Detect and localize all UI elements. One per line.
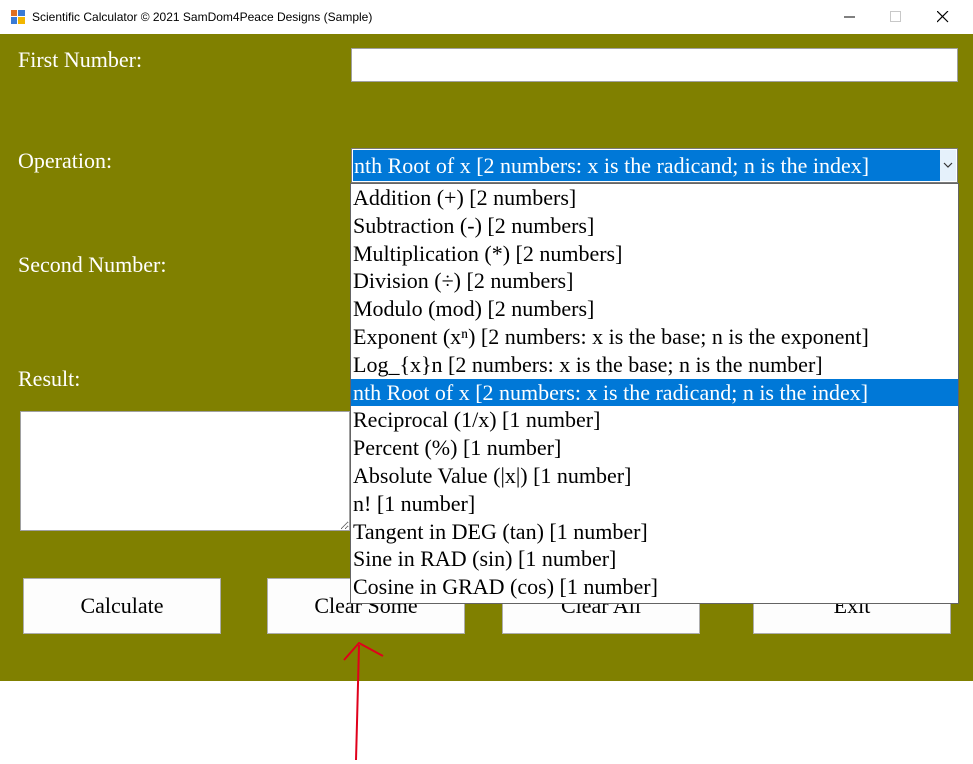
annotation-arrow-icon [343, 641, 384, 761]
